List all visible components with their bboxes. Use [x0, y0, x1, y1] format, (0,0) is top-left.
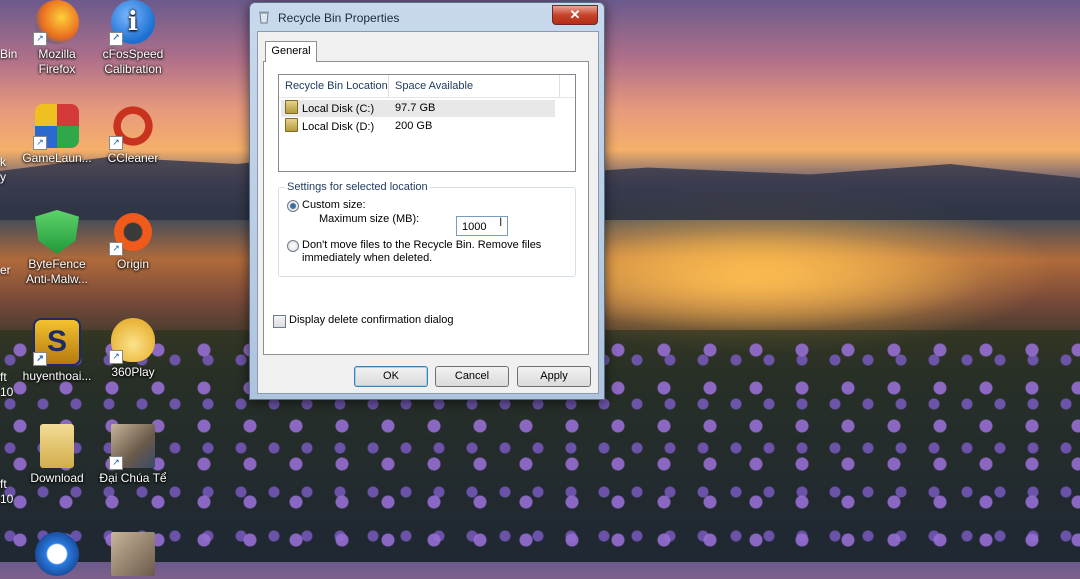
- custom-size-radio[interactable]: [287, 200, 299, 212]
- shortcut-arrow-icon: ↗: [33, 352, 47, 366]
- desktop-icon-download[interactable]: Download: [19, 424, 95, 486]
- desktop-partial-label: Bin: [0, 47, 18, 61]
- shortcut-arrow-icon: ↗: [33, 32, 47, 46]
- desktop-partial-label: 10: [0, 385, 14, 399]
- desktop-partial-label: er: [0, 263, 11, 277]
- custom-size-label: Custom size:: [302, 199, 366, 211]
- desktop-partial-label: ft: [0, 370, 7, 384]
- desktop-icon-label: 360Play: [111, 365, 155, 379]
- settings-group-title: Settings for selected location: [285, 181, 430, 193]
- folder-icon: [40, 424, 74, 468]
- dont-move-label-line1: Don't move files to the Recycle Bin. Rem…: [302, 239, 542, 251]
- desktop-icon-daichuate[interactable]: ↗ Đại Chúa Tể: [95, 424, 171, 486]
- tab-general[interactable]: General: [265, 41, 317, 62]
- desktop-icon-huyenthoai[interactable]: S ↗ huyenthoai...: [19, 318, 95, 384]
- game-portrait-icon: ↗: [109, 424, 155, 470]
- list-item-location: Local Disk (D:): [285, 118, 374, 136]
- desktop-icon-label: GameLaun...: [22, 151, 92, 165]
- firefox-icon: ↗: [33, 0, 79, 46]
- desktop-partial-label: ft: [0, 477, 7, 491]
- desktop-icon-label: ByteFence Anti-Malw...: [25, 257, 88, 286]
- onion-icon: ↗: [109, 318, 155, 364]
- desktop-partial-label: k: [0, 155, 6, 169]
- browser-icon: [35, 532, 79, 576]
- shortcut-arrow-icon: ↗: [109, 136, 123, 150]
- desktop-icon-bytefence[interactable]: ByteFence Anti-Malw...: [19, 210, 95, 287]
- shortcut-arrow-icon: ↗: [109, 350, 123, 364]
- desktop-icon-browser[interactable]: [19, 532, 95, 579]
- desktop-icon-label: CCleaner: [107, 151, 159, 165]
- cancel-button[interactable]: Cancel: [435, 366, 509, 387]
- settings-group: Settings for selected location Custom si…: [278, 181, 576, 277]
- max-size-label: Maximum size (MB):: [319, 213, 420, 225]
- ccleaner-icon: ↗: [109, 104, 155, 150]
- delete-confirmation-checkbox[interactable]: [273, 315, 286, 328]
- desktop-icon-label: Origin: [116, 257, 149, 271]
- close-button[interactable]: ✕: [552, 5, 598, 25]
- list-item-drive-d[interactable]: Local Disk (D:) 200 GB: [281, 118, 555, 135]
- dont-move-label-line2: immediately when deleted.: [302, 252, 433, 264]
- dont-move-radio[interactable]: [287, 240, 299, 252]
- desktop-icon-label: cFosSpeed Calibration: [102, 47, 164, 76]
- location-list[interactable]: Recycle Bin Location Space Available Loc…: [278, 74, 576, 172]
- general-tab-panel: Recycle Bin Location Space Available Loc…: [263, 61, 589, 355]
- desktop-icon-game[interactable]: [95, 532, 171, 579]
- desktop-icon-label: Mozilla Firefox: [38, 47, 76, 76]
- desktop-icon-360play[interactable]: ↗ 360Play: [95, 318, 171, 380]
- desktop-icon-firefox[interactable]: ↗ Mozilla Firefox: [19, 0, 95, 77]
- ok-button[interactable]: OK: [354, 366, 428, 387]
- recycle-bin-properties-dialog: Recycle Bin Properties ✕ General Recycle…: [249, 2, 605, 400]
- desktop-icon-label: Đại Chúa Tể: [99, 471, 167, 485]
- drive-icon: [285, 100, 298, 114]
- origin-icon: ↗: [109, 210, 155, 256]
- drive-icon: [285, 118, 298, 132]
- list-item-location: Local Disk (C:): [285, 100, 374, 118]
- recycle-bin-icon: [259, 11, 269, 24]
- desktop-icon-gamelauncher[interactable]: ↗ GameLaun...: [19, 104, 95, 166]
- cube-icon: ↗: [33, 104, 79, 150]
- info-icon: i ↗: [109, 0, 155, 46]
- text-cursor-icon: I: [499, 215, 503, 229]
- desktop-icon-ccleaner[interactable]: ↗ CCleaner: [95, 104, 171, 166]
- title-bar[interactable]: Recycle Bin Properties ✕: [250, 3, 604, 31]
- shortcut-arrow-icon: ↗: [109, 242, 123, 256]
- column-header-location[interactable]: Recycle Bin Location: [279, 75, 389, 97]
- desktop-partial-label: 10: [0, 492, 14, 506]
- apply-button[interactable]: Apply: [517, 366, 591, 387]
- desktop-icon-cfosspeed[interactable]: i ↗ cFosSpeed Calibration: [95, 0, 171, 77]
- wallpaper-lake-glow: [590, 230, 990, 330]
- game-s-icon: S ↗: [33, 318, 81, 366]
- dialog-title: Recycle Bin Properties: [278, 11, 400, 25]
- list-item-drive-c[interactable]: Local Disk (C:) 97.7 GB: [281, 100, 555, 117]
- delete-confirmation-label: Display delete confirmation dialog: [289, 314, 454, 326]
- desktop-icon-label: huyenthoai...: [22, 369, 92, 383]
- shield-icon: [35, 210, 79, 254]
- shortcut-arrow-icon: ↗: [109, 32, 123, 46]
- desktop-icon-label: Download: [30, 471, 84, 485]
- game-portrait-icon: [111, 532, 155, 576]
- column-header-space[interactable]: Space Available: [389, 75, 560, 97]
- dialog-body: General Recycle Bin Location Space Avail…: [257, 31, 599, 394]
- list-item-space: 200 GB: [395, 120, 433, 132]
- shortcut-arrow-icon: ↗: [33, 136, 47, 150]
- list-item-space: 97.7 GB: [395, 102, 436, 114]
- desktop-icon-origin[interactable]: ↗ Origin: [95, 210, 171, 272]
- list-header: Recycle Bin Location Space Available: [279, 75, 575, 98]
- shortcut-arrow-icon: ↗: [109, 456, 123, 470]
- desktop-partial-label: y: [0, 170, 6, 184]
